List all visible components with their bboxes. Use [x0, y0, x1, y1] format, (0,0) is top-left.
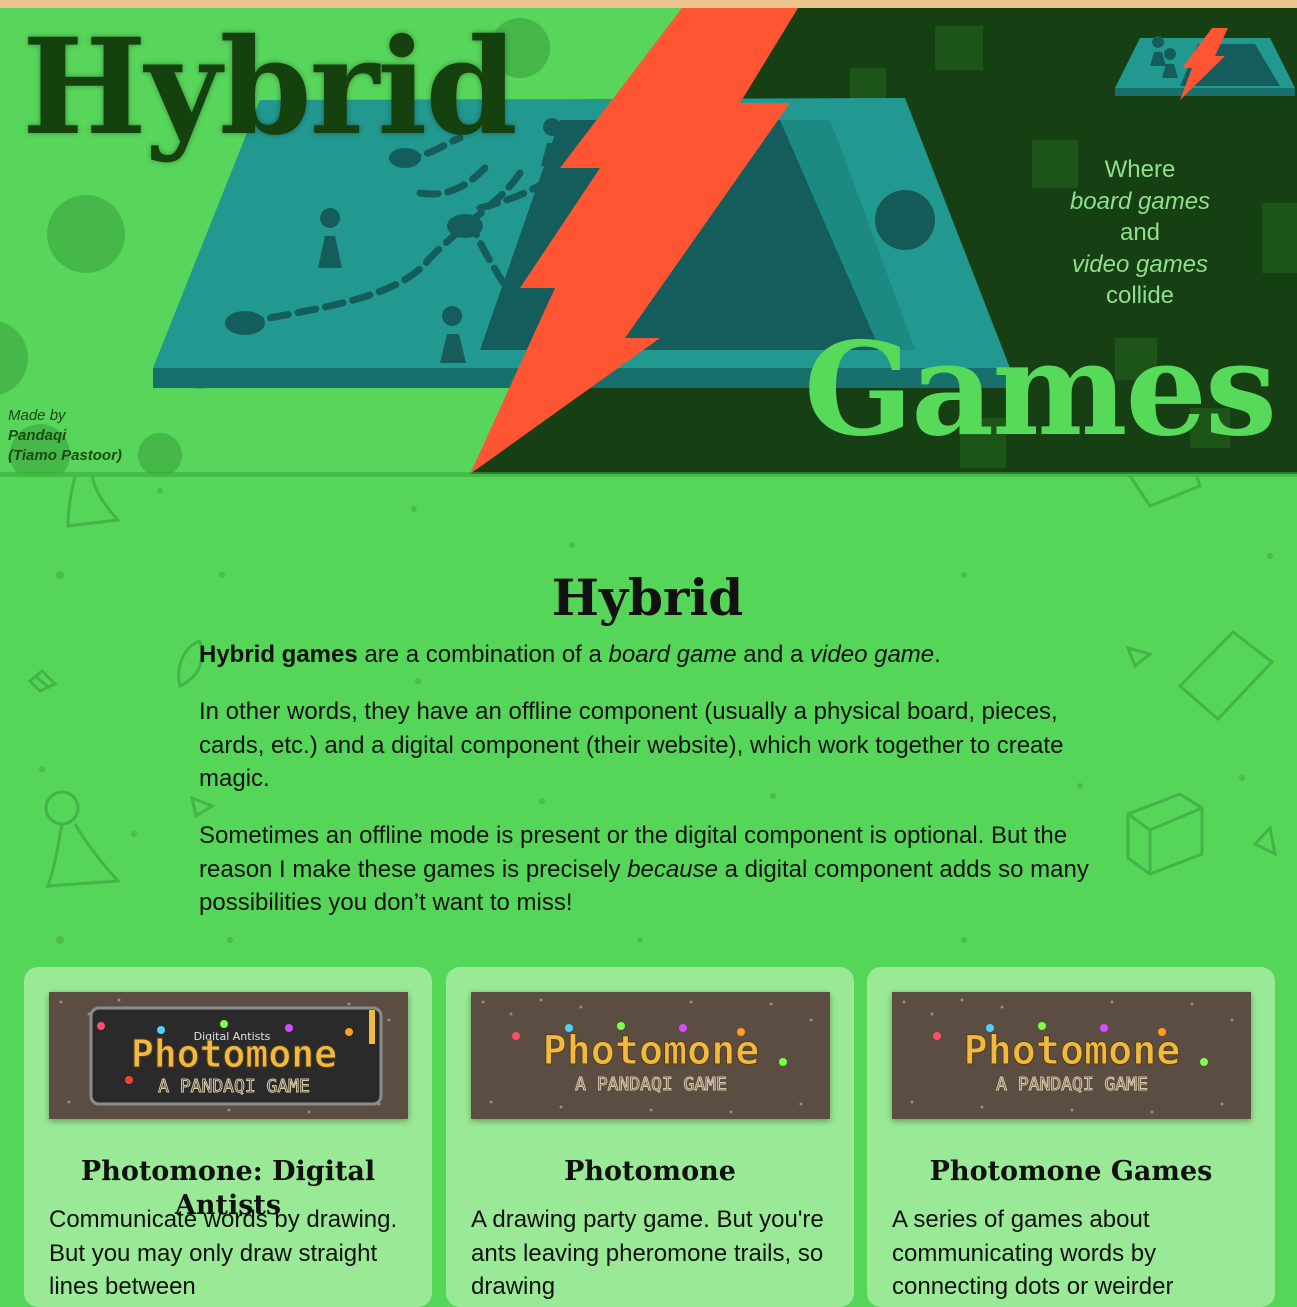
text-run: .	[934, 641, 941, 668]
game-thumbnail[interactable]: Digital Antists Photomone A PANDAQI GAME	[49, 992, 408, 1119]
card-description: Communicate words by drawing. But you ma…	[49, 1206, 398, 1300]
tagline-line: board games	[1069, 187, 1211, 215]
author-credit[interactable]: Made by Pandaqi (Tiamo Pastoor)	[8, 406, 122, 466]
game-thumbnail[interactable]: Photomone A PANDAQI GAME	[892, 992, 1251, 1119]
italic-term: board game	[608, 641, 737, 668]
card-description: A series of games about communicating wo…	[892, 1206, 1174, 1300]
board-with-lightning-icon	[1115, 28, 1295, 100]
italic-term: because	[627, 855, 718, 883]
intro-paragraph-1: Hybrid games are a combination of a boar…	[199, 638, 1099, 672]
credit-author-name: Pandaqi	[8, 427, 67, 444]
thumb-title-text: Photomone	[964, 1028, 1181, 1074]
pawn-doodle-icon	[66, 476, 122, 528]
thumb-title-text: Photomone	[543, 1028, 760, 1074]
photomone-logo-image: Photomone A PANDAQI GAME	[481, 998, 813, 1114]
top-accent-strip	[0, 0, 1297, 8]
thumb-title-text: Photomone	[131, 1032, 337, 1076]
italic-term: video game	[810, 641, 935, 668]
photomone-logo-image: Photomone A PANDAQI GAME	[902, 998, 1234, 1114]
thumb-subtitle-text: A PANDAQI GAME	[158, 1076, 310, 1097]
card-title[interactable]: Photomone	[446, 1155, 854, 1189]
tagline-line: Where	[1104, 156, 1176, 183]
card-description: A drawing party game. But you're ants le…	[471, 1206, 824, 1300]
game-card-photomone-games[interactable]: Photomone A PANDAQI GAME Photomone Games…	[867, 967, 1275, 1307]
game-card-photomone[interactable]: Photomone A PANDAQI GAME Photomone A dra…	[446, 967, 854, 1307]
hero-title-games: Games	[803, 315, 1277, 465]
pawn-doodle-icon	[44, 790, 80, 826]
card-title[interactable]: Photomone Games	[867, 1155, 1275, 1189]
photomone-logo-image: Digital Antists Photomone A PANDAQI GAME	[59, 998, 391, 1114]
thumb-subtitle-text: A PANDAQI GAME	[996, 1074, 1148, 1095]
bold-term: Hybrid games	[199, 641, 358, 668]
thumb-subtitle-text: A PANDAQI GAME	[575, 1074, 727, 1095]
die-doodle-icon	[1126, 792, 1204, 876]
hero-title-hybrid: Hybrid	[22, 10, 518, 165]
tagline-line: and	[1119, 219, 1161, 246]
game-thumbnail[interactable]: Photomone A PANDAQI GAME	[471, 992, 830, 1119]
intro-heading: Hybrid	[551, 568, 744, 627]
text-run: are a combination of a	[357, 641, 609, 668]
hero-tagline: Where board games and video games collid…	[1040, 154, 1240, 312]
hero-banner: Hybrid Games Where board games and video…	[0, 8, 1297, 474]
credit-made-by: Made by	[8, 407, 66, 424]
tagline-line: collide	[1105, 282, 1175, 309]
intro-paragraph-2: In other words, they have an offline com…	[199, 698, 1064, 792]
credit-real-name: (Tiamo Pastoor)	[8, 447, 122, 464]
tagline-line: video games	[1071, 250, 1209, 278]
game-card-photomone-digital-antists[interactable]: Digital Antists Photomone A PANDAQI GAME…	[24, 967, 432, 1307]
intro-paragraph-3: Sometimes an offline mode is present or …	[199, 819, 1099, 920]
card-doodle-icon	[1177, 630, 1275, 722]
text-run: and a	[736, 641, 811, 668]
